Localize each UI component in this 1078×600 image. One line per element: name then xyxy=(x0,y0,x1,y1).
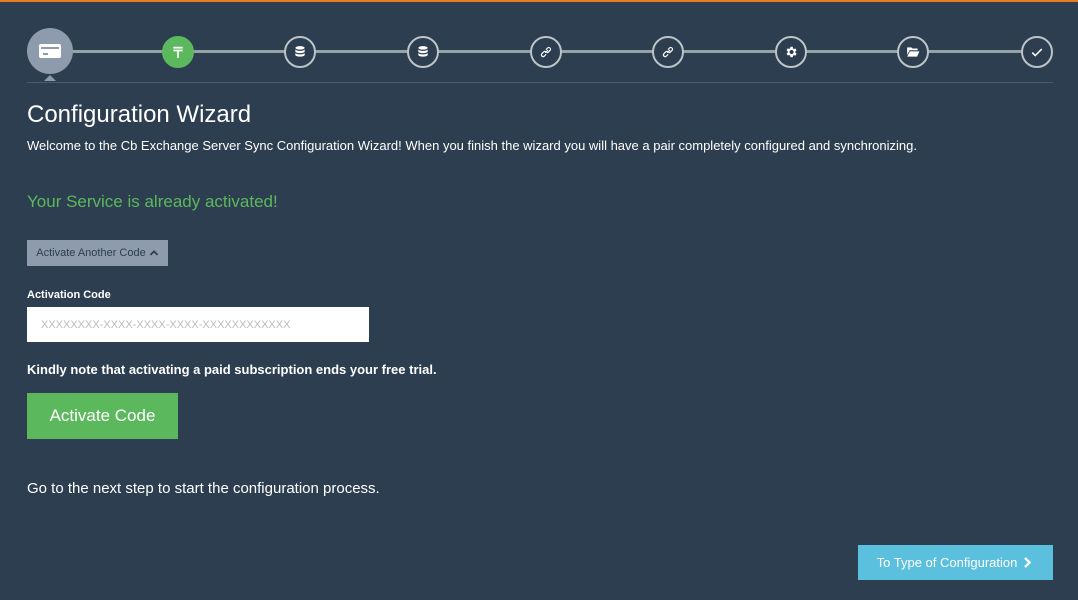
step-source-database[interactable] xyxy=(284,36,316,68)
activation-status: Your Service is already activated! xyxy=(27,192,278,211)
check-icon xyxy=(1031,48,1043,57)
next-step-button-label: To Type of Configuration xyxy=(876,555,1018,570)
step-activation[interactable] xyxy=(27,28,73,74)
database-icon xyxy=(295,46,305,57)
page-title: Configuration Wizard xyxy=(27,101,252,128)
step-finish[interactable] xyxy=(1021,36,1053,68)
next-step-text: Go to the next step to start the configu… xyxy=(27,480,380,497)
next-step-button[interactable]: To Type of Configuration xyxy=(858,545,1053,580)
activate-code-button[interactable]: Activate Code xyxy=(27,393,178,439)
activation-code-input[interactable] xyxy=(27,307,369,342)
database-icon xyxy=(418,46,428,57)
step-connection-two[interactable] xyxy=(652,36,684,68)
tenge-icon xyxy=(173,46,183,58)
top-accent-border xyxy=(0,0,1078,2)
toggle-label: Activate Another Code xyxy=(36,247,146,259)
stepper-divider xyxy=(27,82,1053,83)
step-target-database[interactable] xyxy=(407,36,439,68)
gear-icon xyxy=(786,46,797,58)
current-step-caret xyxy=(44,75,56,81)
folder-open-icon xyxy=(907,47,920,57)
step-settings[interactable] xyxy=(775,36,807,68)
welcome-text: Welcome to the Cb Exchange Server Sync C… xyxy=(27,138,917,153)
link-icon xyxy=(540,46,552,58)
wizard-stepper xyxy=(27,28,1053,81)
step-subscription[interactable] xyxy=(162,36,194,68)
credit-card-icon xyxy=(39,44,61,58)
activate-another-code-toggle[interactable]: Activate Another Code xyxy=(27,240,168,266)
link-icon xyxy=(662,46,674,58)
subscription-note: Kindly note that activating a paid subsc… xyxy=(27,362,437,377)
chevron-right-icon xyxy=(1024,557,1032,568)
step-folders[interactable] xyxy=(897,36,929,68)
activation-code-label: Activation Code xyxy=(27,289,111,301)
chevron-up-icon xyxy=(149,250,158,256)
step-connection-one[interactable] xyxy=(530,36,562,68)
